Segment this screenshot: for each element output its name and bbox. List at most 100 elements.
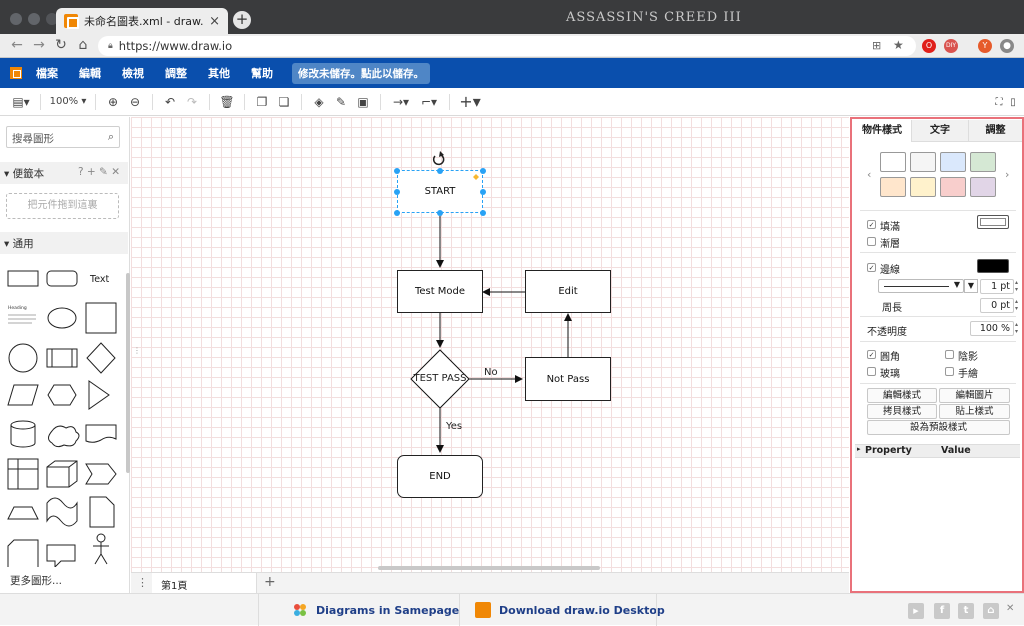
- line-width-stepper[interactable]: ▴ ▾: [1015, 279, 1018, 293]
- opera-extension-icon[interactable]: O: [922, 39, 936, 53]
- line-checkbox[interactable]: ✓: [867, 263, 876, 272]
- style-swatch[interactable]: [970, 177, 996, 197]
- to-front-icon[interactable]: ❐: [251, 92, 273, 112]
- home-icon[interactable]: ⌂: [74, 37, 92, 53]
- shape-search-input[interactable]: 搜尋圖形 ⌕: [6, 126, 120, 148]
- github-icon[interactable]: ⌂: [983, 603, 999, 619]
- fill-color-button[interactable]: [977, 215, 1009, 229]
- fill-checkbox[interactable]: ✓: [867, 220, 876, 229]
- line-color-icon[interactable]: ✎: [330, 92, 352, 112]
- menu-edit[interactable]: 編輯: [79, 65, 101, 81]
- delete-icon[interactable]: 🗑︎: [216, 92, 238, 112]
- style-swatch[interactable]: [970, 152, 996, 172]
- forward-arrow-icon[interactable]: →: [30, 37, 48, 53]
- redo-icon[interactable]: ↷: [181, 92, 203, 112]
- page-tab-1[interactable]: 第1頁: [152, 573, 257, 594]
- set-default-style-button[interactable]: 設為預設樣式: [867, 420, 1010, 435]
- zoom-out-icon[interactable]: ⊖: [124, 92, 146, 112]
- node-end[interactable]: END: [397, 455, 483, 498]
- pages-menu-icon[interactable]: ⋮: [137, 576, 148, 589]
- style-swatch[interactable]: [910, 177, 936, 197]
- new-tab-button[interactable]: +: [233, 11, 251, 29]
- canvas-horizontal-scrollbar[interactable]: [378, 566, 600, 570]
- samepage-button[interactable]: Diagrams in Samepage: [292, 594, 459, 626]
- url-field[interactable]: 🔒︎ https://www.draw.io: [98, 36, 916, 56]
- swatch-next-icon[interactable]: ›: [1005, 168, 1009, 181]
- profile-avatar-icon[interactable]: Y: [978, 39, 992, 53]
- perimeter-stepper[interactable]: ▴ ▾: [1015, 298, 1018, 312]
- facebook-icon[interactable]: f: [934, 603, 950, 619]
- line-width-input[interactable]: 1 pt: [980, 279, 1014, 294]
- tab-style[interactable]: 物件樣式: [853, 120, 911, 142]
- line-color-button[interactable]: [977, 259, 1009, 273]
- youtube-icon[interactable]: ▶: [908, 603, 924, 619]
- sidebar-scrollbar[interactable]: [126, 273, 130, 473]
- general-header[interactable]: ▾ 通用: [0, 232, 128, 254]
- line-pattern-select[interactable]: ▼: [878, 279, 964, 293]
- to-back-icon[interactable]: ❏: [273, 92, 295, 112]
- node-test-pass[interactable]: TEST PASS: [411, 373, 469, 384]
- footer-close-icon[interactable]: ✕: [1006, 603, 1014, 614]
- diagram-canvas[interactable]: START Test Mode Edit TEST PASS Not Pass …: [131, 117, 849, 572]
- rounded-checkbox[interactable]: ✓: [867, 350, 876, 359]
- style-swatch[interactable]: [910, 152, 936, 172]
- edge-label-no[interactable]: No: [484, 367, 498, 378]
- gradient-checkbox[interactable]: [867, 237, 876, 246]
- perimeter-input[interactable]: 0 pt: [980, 298, 1014, 313]
- menu-help[interactable]: 幫助: [251, 65, 273, 81]
- shadow-checkbox[interactable]: [945, 350, 954, 359]
- twitter-icon[interactable]: t: [958, 603, 974, 619]
- sidebar-resize-grip-icon[interactable]: ⋮: [133, 346, 141, 356]
- tab-close-icon[interactable]: ×: [209, 14, 220, 29]
- bookmark-star-icon[interactable]: ★: [893, 38, 904, 52]
- reload-icon[interactable]: ↻: [52, 37, 70, 53]
- add-page-button[interactable]: +: [264, 574, 276, 590]
- browser-menu-icon[interactable]: ●: [1000, 39, 1014, 53]
- general-shapes-grid[interactable]: Text Heading: [0, 257, 126, 567]
- window-close-dot[interactable]: [10, 13, 22, 25]
- style-swatch[interactable]: [880, 152, 906, 172]
- node-not-pass[interactable]: Not Pass: [525, 357, 611, 401]
- copy-style-button[interactable]: 拷貝樣式: [867, 404, 937, 419]
- unsaved-changes-button[interactable]: 修改未儲存。點此以儲存。: [292, 62, 430, 84]
- style-swatch[interactable]: [880, 177, 906, 197]
- opacity-stepper[interactable]: ▴ ▾: [1015, 321, 1018, 335]
- edit-image-button[interactable]: 編輯圖片: [939, 388, 1010, 403]
- zoom-select[interactable]: 100% ▾: [47, 92, 89, 112]
- paste-style-button[interactable]: 貼上樣式: [939, 404, 1010, 419]
- scratchpad-dropzone[interactable]: 把元件拖到這裏: [6, 193, 119, 219]
- menu-extras[interactable]: 其他: [208, 65, 230, 81]
- browser-tab[interactable]: 未命名圖表.xml - draw.io ×: [56, 8, 228, 34]
- node-test-mode[interactable]: Test Mode: [397, 270, 483, 313]
- insert-plus-icon[interactable]: +▾: [456, 92, 484, 112]
- line-width-dropdown-icon[interactable]: ▼: [964, 279, 978, 293]
- collapse-panel-icon[interactable]: ▯: [1006, 92, 1020, 112]
- more-shapes-link[interactable]: 更多圖形...: [10, 573, 62, 588]
- connection-style-icon[interactable]: →▾: [387, 92, 415, 112]
- tab-text[interactable]: 文字: [911, 120, 968, 142]
- zoom-in-icon[interactable]: ⊕: [102, 92, 124, 112]
- waypoints-icon[interactable]: ⌐▾: [415, 92, 443, 112]
- edge-label-yes[interactable]: Yes: [446, 421, 462, 432]
- shadow-icon[interactable]: ▣: [352, 92, 374, 112]
- fill-color-icon[interactable]: ◈: [308, 92, 330, 112]
- fullscreen-icon[interactable]: ⛶: [992, 92, 1006, 112]
- menu-arrange[interactable]: 調整: [165, 65, 187, 81]
- selection-handles[interactable]: [393, 147, 489, 219]
- opacity-input[interactable]: 100 %: [970, 321, 1014, 336]
- diy-extension-icon[interactable]: DIY: [944, 39, 958, 53]
- scratchpad-tools[interactable]: ? + ✎ ✕: [78, 166, 120, 178]
- window-minimize-dot[interactable]: [28, 13, 40, 25]
- style-swatch[interactable]: [940, 152, 966, 172]
- glass-checkbox[interactable]: [867, 367, 876, 376]
- expand-triangle-icon[interactable]: ▸: [857, 445, 861, 453]
- edit-style-button[interactable]: 編輯樣式: [867, 388, 937, 403]
- translate-icon[interactable]: ⊞: [872, 39, 881, 52]
- node-edit[interactable]: Edit: [525, 270, 611, 313]
- search-icon[interactable]: ⌕: [108, 130, 114, 144]
- back-arrow-icon[interactable]: ←: [8, 37, 26, 53]
- download-desktop-button[interactable]: Download draw.io Desktop: [475, 594, 665, 626]
- sketch-checkbox[interactable]: [945, 367, 954, 376]
- tab-arrange[interactable]: 調整: [968, 120, 1022, 142]
- style-swatch[interactable]: [940, 177, 966, 197]
